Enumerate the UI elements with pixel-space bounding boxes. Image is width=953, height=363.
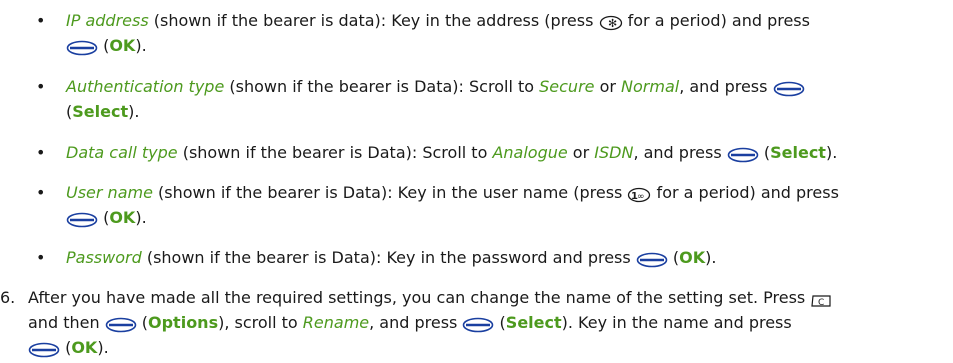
softkey-label: Select — [505, 313, 562, 332]
description-text: ( — [60, 338, 72, 357]
selection-key-icon — [28, 342, 60, 358]
description-text: and then — [28, 313, 105, 332]
step-6: 6. After you have made all the required … — [0, 285, 945, 360]
description-text: (shown if the bearer is Data): Scroll to — [177, 143, 493, 162]
description-text: ). — [705, 248, 717, 267]
description-text: or — [594, 77, 622, 96]
description-text: ). Key in the name and press — [561, 313, 792, 332]
selection-key-icon — [727, 147, 759, 163]
description-text: ( — [758, 143, 771, 162]
selection-key-icon — [66, 40, 98, 56]
description-text: ( — [667, 248, 680, 267]
softkey-label: Select — [72, 102, 129, 121]
list-item-authentication-type: • Authentication type (shown if the bear… — [36, 74, 946, 124]
option-name: Normal — [621, 77, 680, 96]
one-key-icon — [627, 187, 651, 203]
softkey-label: Select — [770, 143, 826, 162]
option-name: Secure — [539, 77, 595, 96]
setting-term: Authentication type — [66, 77, 225, 96]
setting-term: IP address — [66, 11, 149, 30]
setting-term: Password — [66, 248, 142, 267]
selection-key-icon — [462, 317, 494, 333]
description-text: After you have made all the required set… — [28, 288, 811, 307]
list-item-data-call-type: • Data call type (shown if the bearer is… — [36, 140, 946, 165]
description-text: (shown if the bearer is data): Key in th… — [148, 11, 599, 30]
softkey-label: Options — [148, 313, 219, 332]
softkey-label: OK — [109, 208, 136, 227]
bullet-dot: • — [36, 248, 46, 267]
description-text: ( — [98, 208, 110, 227]
description-text: or — [567, 143, 595, 162]
option-name: Rename — [302, 313, 370, 332]
option-name: Analogue — [492, 143, 568, 162]
description-text: for a period) and press — [622, 11, 810, 30]
selection-key-icon — [66, 212, 98, 228]
description-text: for a period) and press — [651, 183, 839, 202]
description-text: , and press — [679, 77, 773, 96]
description-text: ). — [97, 338, 109, 357]
description-text: ( — [136, 313, 148, 332]
description-text: (shown if the bearer is Data): Scroll to — [224, 77, 540, 96]
description-text: ). — [825, 143, 838, 162]
bullet-dot: • — [36, 183, 46, 202]
list-item-password: • Password (shown if the bearer is Data)… — [36, 245, 946, 270]
softkey-label: OK — [71, 338, 98, 357]
step-number: 6. — [0, 288, 16, 307]
description-text: ( — [494, 313, 506, 332]
setting-term: User name — [66, 183, 153, 202]
description-text: ), scroll to — [218, 313, 303, 332]
star-key-icon — [599, 15, 623, 31]
option-name: ISDN — [594, 143, 634, 162]
setting-term: Data call type — [66, 143, 178, 162]
bullet-dot: • — [36, 77, 46, 96]
description-text: (shown if the bearer is Data): Key in th… — [141, 248, 636, 267]
description-text: (shown if the bearer is Data): Key in th… — [152, 183, 628, 202]
description-text: , and press — [369, 313, 463, 332]
bullet-dot: • — [36, 143, 46, 162]
softkey-label: OK — [679, 248, 706, 267]
description-text: ( — [98, 36, 110, 55]
bullet-dot: • — [36, 11, 46, 30]
softkey-label: OK — [109, 36, 136, 55]
description-text: , and press — [633, 143, 727, 162]
description-text: ). — [128, 102, 140, 121]
description-text: ). — [135, 36, 147, 55]
list-item-ip-address: • IP address (shown if the bearer is dat… — [36, 8, 946, 58]
selection-key-icon — [636, 252, 668, 268]
list-item-user-name: • User name (shown if the bearer is Data… — [36, 180, 946, 230]
clear-key-icon — [810, 294, 832, 308]
selection-key-icon — [105, 317, 137, 333]
description-text: ). — [135, 208, 147, 227]
selection-key-icon — [773, 81, 805, 97]
